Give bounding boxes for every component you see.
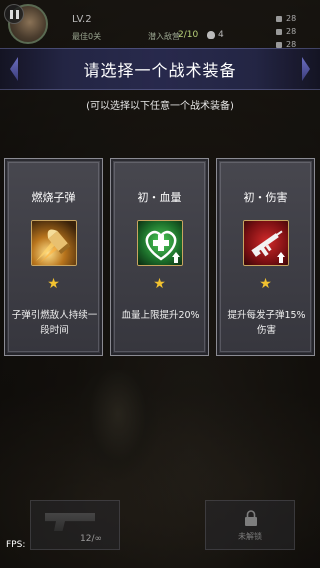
card-description: 提升每发子弹15%伤害	[227, 310, 306, 336]
resource-icon	[276, 41, 282, 48]
resource-icon	[276, 15, 282, 22]
mission-label: 潜入敌营	[148, 32, 180, 41]
mission-progress: 2/10	[178, 30, 199, 40]
resource-row: 28	[276, 12, 312, 25]
equipment-card-burning-bullet[interactable]: 燃烧子弹 ★ 子弹引燃敌人持续一段时间	[4, 158, 103, 356]
resource-row: 28	[276, 25, 312, 38]
pause-button[interactable]	[4, 4, 24, 24]
death-count: 4	[218, 30, 224, 40]
equipment-card-damage[interactable]: 初・伤害 ★ 提升每发子弹15%伤害	[216, 158, 315, 356]
pause-icon	[9, 9, 13, 19]
resource-icon	[276, 28, 282, 35]
health-heart-icon	[137, 220, 183, 266]
pistol-icon	[45, 513, 95, 531]
rarity-star-icon: ★	[47, 276, 60, 292]
rarity-star-icon: ★	[153, 276, 166, 292]
death-counter: 4	[207, 30, 224, 40]
lock-icon	[245, 510, 257, 526]
top-hud: LV.2 最佳0关 潜入敌营 2/10 4 28 28 28	[0, 0, 320, 51]
dialog-title-banner: 请选择一个战术装备	[0, 48, 320, 90]
locked-weapon-slot[interactable]: 未解锁	[205, 500, 295, 550]
card-description: 血量上限提升20%	[121, 310, 200, 321]
dialog-title: 请选择一个战术装备	[83, 61, 237, 80]
weapon-slot[interactable]	[30, 500, 120, 550]
equipment-card-health[interactable]: 初・血量 ★ 血量上限提升20%	[110, 158, 209, 356]
game-screen: LV.2 最佳0关 潜入敌营 2/10 4 28 28 28 请选择一个战术装备…	[0, 0, 320, 568]
card-title: 初・血量	[137, 191, 182, 204]
damage-rifle-icon	[243, 220, 289, 266]
burning-bullet-icon	[31, 220, 77, 266]
ammo-counter: 12/∞	[80, 534, 102, 544]
player-level: LV.2	[72, 14, 92, 25]
card-title: 初・伤害	[243, 191, 288, 204]
equipment-card-list: 燃烧子弹 ★ 子弹引燃敌人持续一段时间 初・血量 ★ 血量上限提升20% 初・伤…	[4, 158, 316, 358]
fps-counter: FPS:	[6, 540, 26, 550]
card-description: 子弹引燃敌人持续一段时间	[11, 310, 98, 336]
card-title: 燃烧子弹	[31, 191, 76, 204]
resource-stats: 28 28 28	[276, 12, 312, 51]
dialog-subtitle: (可以选择以下任意一个战术装备)	[86, 101, 234, 112]
locked-label: 未解锁	[238, 532, 262, 541]
skull-icon	[207, 31, 215, 39]
rarity-star-icon: ★	[259, 276, 272, 292]
best-stage: 最佳0关	[72, 32, 102, 41]
